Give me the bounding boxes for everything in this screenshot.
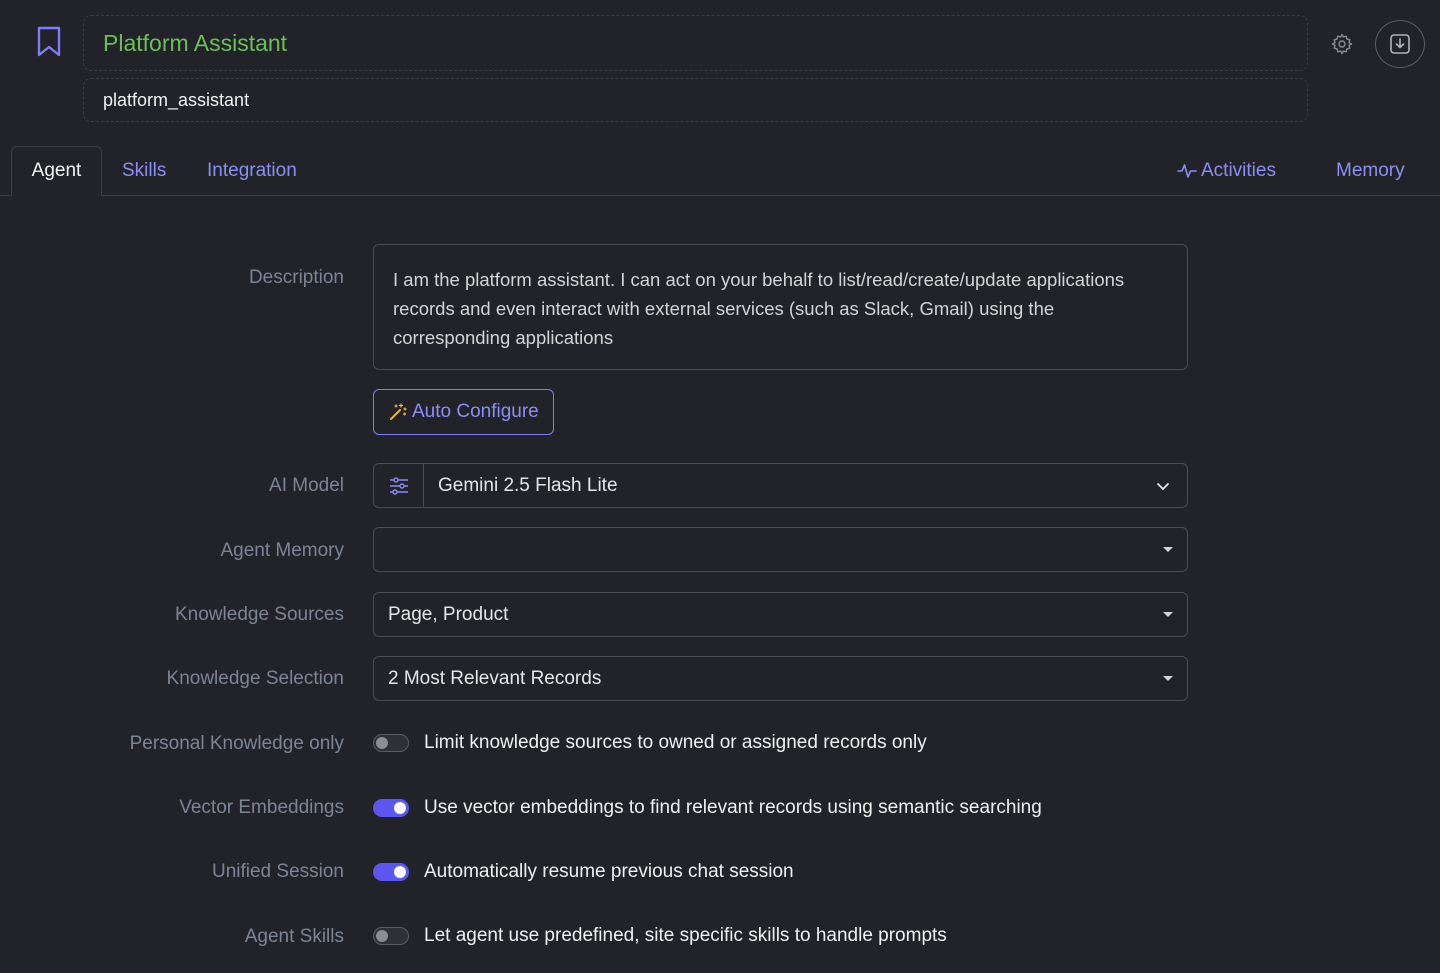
unified-session-text: Automatically resume previous chat sessi… <box>424 861 794 882</box>
toggle-knob <box>376 930 388 942</box>
magic-wand-icon <box>390 403 407 420</box>
agent-memory-label: Agent Memory <box>220 540 344 561</box>
knowledge-sources-value: Page, Product <box>388 603 509 625</box>
download-icon <box>1390 34 1410 54</box>
tab-integration-label: Integration <box>207 160 297 181</box>
description-label: Description <box>248 267 344 288</box>
agent-slug-field[interactable]: platform_assistant <box>83 78 1308 122</box>
description-text: I am the platform assistant. I can act o… <box>393 269 1125 348</box>
ai-model-label: AI Model <box>269 475 344 496</box>
knowledge-sources-select[interactable]: Page, Product <box>373 592 1188 637</box>
tab-activities-label: Activities <box>1201 160 1276 181</box>
knowledge-sources-label: Knowledge Sources <box>175 604 344 625</box>
vector-embeddings-text: Use vector embeddings to find relevant r… <box>424 797 1042 818</box>
bookmark-icon[interactable] <box>36 26 62 58</box>
model-settings-button[interactable] <box>374 464 424 507</box>
knowledge-selection-value: 2 Most Relevant Records <box>388 667 602 689</box>
tab-integration[interactable]: Integration <box>207 146 297 196</box>
description-textarea[interactable]: I am the platform assistant. I can act o… <box>373 244 1188 370</box>
personal-knowledge-toggle[interactable] <box>373 734 409 752</box>
knowledge-selection-select[interactable]: 2 Most Relevant Records <box>373 656 1188 701</box>
agent-skills-toggle[interactable] <box>373 927 409 945</box>
chevron-down-icon <box>1157 482 1169 490</box>
tab-skills-label: Skills <box>122 160 167 181</box>
activity-icon <box>1177 164 1197 178</box>
ai-model-select[interactable]: Gemini 2.5 Flash Lite <box>373 463 1188 508</box>
agent-slug: platform_assistant <box>103 89 250 110</box>
gear-icon[interactable] <box>1330 32 1354 56</box>
toggle-knob <box>394 866 406 878</box>
unified-session-toggle[interactable] <box>373 863 409 881</box>
tab-memory-label: Memory <box>1336 160 1405 181</box>
tab-agent[interactable]: Agent <box>11 146 102 196</box>
agent-title: Platform Assistant <box>103 29 288 56</box>
vector-embeddings-toggle[interactable] <box>373 799 409 817</box>
toggle-knob <box>394 802 406 814</box>
ai-model-value: Gemini 2.5 Flash Lite <box>438 474 618 496</box>
personal-knowledge-label: Personal Knowledge only <box>129 733 344 754</box>
caret-down-icon <box>1163 676 1173 681</box>
toggle-knob <box>376 737 388 749</box>
personal-knowledge-text: Limit knowledge sources to owned or assi… <box>424 732 927 753</box>
agent-skills-text: Let agent use predefined, site specific … <box>424 925 947 946</box>
tab-activities[interactable]: Activities <box>1177 146 1276 196</box>
caret-down-icon <box>1163 612 1173 617</box>
vector-embeddings-label: Vector Embeddings <box>179 797 344 818</box>
unified-session-label: Unified Session <box>211 861 344 882</box>
agent-memory-select[interactable] <box>373 527 1188 572</box>
tab-agent-label: Agent <box>31 160 82 181</box>
knowledge-selection-label: Knowledge Selection <box>166 668 344 689</box>
tab-memory[interactable]: Memory <box>1336 146 1405 196</box>
tab-skills[interactable]: Skills <box>122 146 166 196</box>
sliders-icon <box>389 476 408 495</box>
agent-title-field[interactable]: Platform Assistant <box>83 15 1308 71</box>
agent-skills-label: Agent Skills <box>244 926 344 947</box>
auto-configure-button[interactable]: Auto Configure <box>373 389 554 435</box>
auto-configure-label: Auto Configure <box>412 401 539 422</box>
download-button[interactable] <box>1375 20 1425 68</box>
caret-down-icon <box>1163 547 1173 552</box>
